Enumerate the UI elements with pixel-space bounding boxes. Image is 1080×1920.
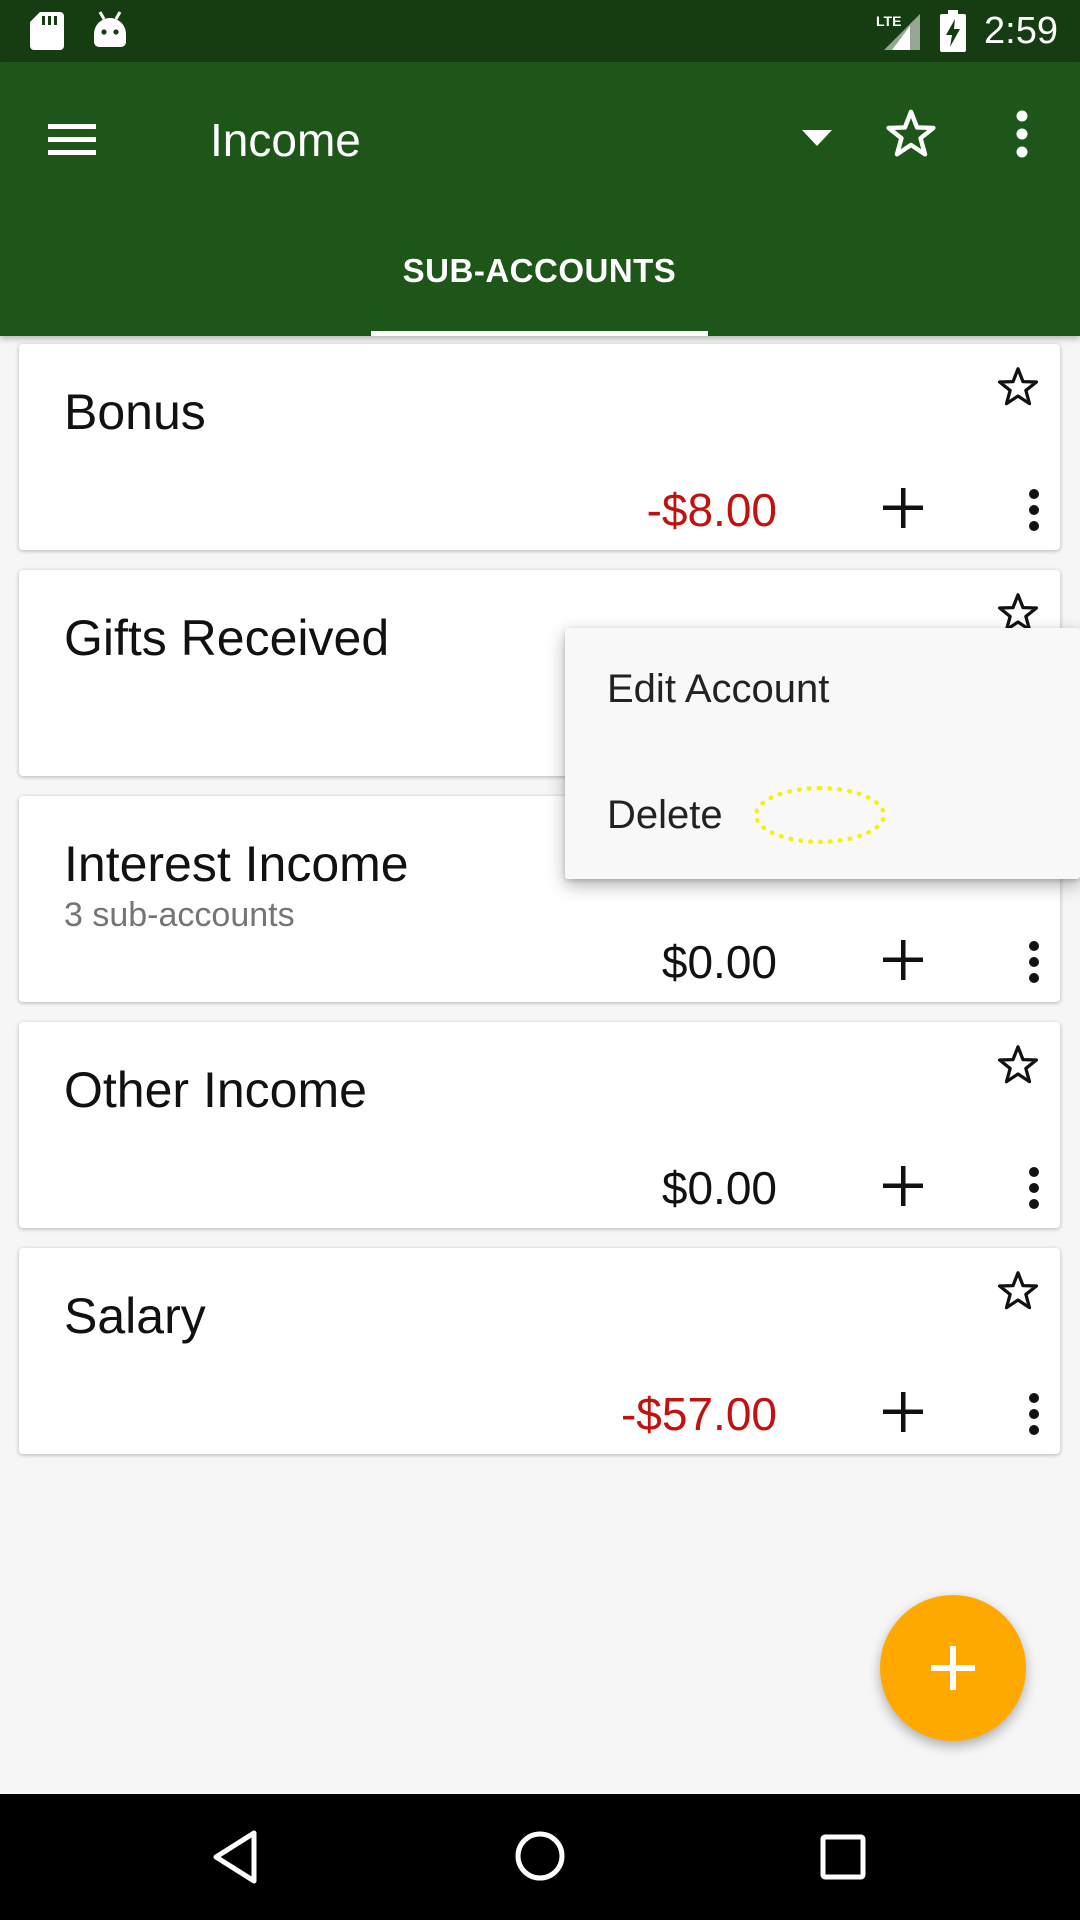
account-balance: $0.00 — [661, 1162, 777, 1214]
menu-item-edit-account[interactable]: Edit Account — [565, 628, 1080, 754]
app-bar: Income SUB-ACCOUNTS — [0, 62, 1080, 336]
tab-sub-accounts[interactable]: SUB-ACCOUNTS — [371, 242, 708, 336]
tap-highlight-marker — [754, 786, 886, 844]
account-card-bonus[interactable]: Bonus -$8.00 — [19, 344, 1060, 550]
page-title: Income — [210, 114, 361, 166]
status-bar: LTE 2:59 — [0, 0, 1080, 62]
account-balance: -$57.00 — [620, 1388, 777, 1440]
plus-icon — [931, 1646, 975, 1690]
add-transaction-plus-icon[interactable] — [881, 486, 925, 535]
svg-text:LTE: LTE — [876, 13, 901, 29]
sub-account-count: 3 sub-accounts — [64, 896, 295, 934]
account-balance: $0.00 — [661, 936, 777, 988]
account-card-salary[interactable]: Salary -$57.00 — [19, 1248, 1060, 1454]
account-card-other-income[interactable]: Other Income $0.00 — [19, 1022, 1060, 1228]
account-name: Salary — [64, 1288, 206, 1344]
more-options-icon[interactable] — [1022, 1392, 1046, 1441]
battery-charging-icon — [940, 10, 966, 57]
navigation-bar — [0, 1794, 1080, 1920]
recents-icon[interactable] — [818, 1832, 868, 1887]
signal-icon: LTE — [876, 12, 922, 57]
menu-item-label: Edit Account — [607, 667, 830, 711]
add-transaction-plus-icon[interactable] — [881, 1390, 925, 1439]
clock: 2:59 — [984, 10, 1058, 52]
menu-item-label: Delete — [607, 793, 723, 837]
star-icon[interactable] — [995, 1268, 1041, 1319]
star-icon[interactable] — [995, 1042, 1041, 1093]
account-name: Bonus — [64, 384, 206, 440]
more-options-icon[interactable] — [1022, 940, 1046, 989]
account-balance: -$8.00 — [646, 484, 777, 536]
tab-label: SUB-ACCOUNTS — [402, 252, 677, 289]
more-options-icon[interactable] — [1022, 488, 1046, 537]
star-icon[interactable] — [883, 106, 939, 167]
home-icon[interactable] — [512, 1828, 568, 1889]
tab-indicator — [371, 331, 708, 336]
sd-card-icon — [30, 12, 64, 55]
star-icon[interactable] — [995, 364, 1041, 415]
add-account-fab[interactable] — [880, 1595, 1026, 1741]
dropdown-icon[interactable] — [802, 128, 832, 153]
account-name: Other Income — [64, 1062, 367, 1118]
account-name: Interest Income — [64, 836, 409, 892]
menu-icon[interactable] — [44, 112, 100, 168]
account-name: Gifts Received — [64, 610, 390, 666]
back-icon[interactable] — [210, 1829, 260, 1890]
overflow-menu-icon[interactable] — [1002, 108, 1042, 165]
add-transaction-plus-icon[interactable] — [881, 1164, 925, 1213]
add-transaction-plus-icon[interactable] — [881, 938, 925, 987]
more-options-icon[interactable] — [1022, 1166, 1046, 1215]
android-icon — [92, 10, 128, 53]
